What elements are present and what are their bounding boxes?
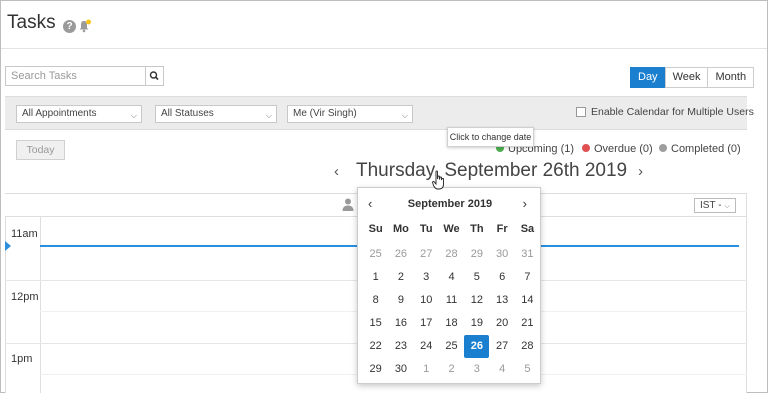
view-week-button[interactable]: Week: [664, 67, 709, 88]
chevron-down-icon: ⌵: [724, 203, 730, 210]
weekday-header: Sa: [520, 223, 535, 235]
datepicker-popup: ‹ September 2019 › Su Mo Tu We Th Fr Sa 25 26 27 2…: [357, 187, 541, 384]
time-label-12pm: 12pm: [11, 291, 39, 303]
multi-user-label: Enable Calendar for Multiple Users: [591, 106, 754, 118]
current-time-marker-icon: [5, 241, 11, 251]
datepicker-grid: Su Mo Tu We Th Fr Sa 25 26 27 28 29 30 31 1 2 3 4 5 6 7 8 9 10 1…: [363, 220, 540, 381]
day-cell[interactable]: 9: [388, 289, 413, 312]
completed-dot-icon: [659, 144, 667, 152]
grid-right-border: [746, 193, 747, 393]
chevron-down-icon: ⌵: [130, 111, 137, 120]
day-cell[interactable]: 13: [489, 289, 514, 312]
day-cell[interactable]: 31: [515, 243, 540, 266]
day-cell[interactable]: 21: [515, 312, 540, 335]
time-label-11am: 11am: [11, 228, 38, 240]
datepicker-next-month-button[interactable]: ›: [523, 196, 527, 211]
day-cell[interactable]: 28: [515, 335, 540, 358]
day-cell[interactable]: 5: [515, 358, 540, 381]
time-label-1pm: 1pm: [11, 353, 33, 365]
day-cell[interactable]: 15: [363, 312, 388, 335]
day-cell[interactable]: 16: [388, 312, 413, 335]
multi-user-checkbox[interactable]: [576, 107, 586, 117]
day-cell[interactable]: 10: [414, 289, 439, 312]
day-cell[interactable]: 18: [439, 312, 464, 335]
day-cell[interactable]: 23: [388, 335, 413, 358]
today-button[interactable]: Today: [16, 140, 65, 160]
day-cell[interactable]: 25: [363, 243, 388, 266]
day-cell[interactable]: 3: [414, 266, 439, 289]
legend-completed: Completed (0): [659, 143, 741, 155]
weekday-header: We: [443, 223, 460, 235]
day-cell[interactable]: 19: [464, 312, 489, 335]
hand-cursor-icon: [432, 170, 444, 190]
time-column-divider: [40, 217, 41, 393]
legend-overdue-label: Overdue (0): [594, 143, 653, 155]
view-month-button[interactable]: Month: [707, 67, 755, 88]
prev-day-button[interactable]: ‹: [334, 163, 339, 180]
day-cell[interactable]: 20: [489, 312, 514, 335]
day-cell-selected[interactable]: 26: [464, 335, 490, 358]
day-cell[interactable]: 12: [464, 289, 489, 312]
day-cell[interactable]: 8: [363, 289, 388, 312]
search-button[interactable]: [145, 66, 164, 86]
day-cell[interactable]: 29: [464, 243, 489, 266]
day-cell[interactable]: 2: [439, 358, 464, 381]
user-select[interactable]: Me (Vir Singh) ⌵: [287, 105, 413, 123]
timezone-value: IST -: [700, 200, 722, 211]
day-cell[interactable]: 1: [363, 266, 388, 289]
day-cell[interactable]: 2: [388, 266, 413, 289]
weekday-header: Fr: [496, 223, 508, 235]
day-cell[interactable]: 6: [489, 266, 514, 289]
day-cell[interactable]: 27: [414, 243, 439, 266]
day-cell[interactable]: 27: [489, 335, 514, 358]
day-cell[interactable]: 11: [439, 289, 464, 312]
page-title: Tasks: [7, 12, 56, 33]
legend-completed-label: Completed (0): [671, 143, 741, 155]
current-date-title[interactable]: Thursday, September 26th 2019: [356, 160, 627, 182]
view-day-button[interactable]: Day: [630, 67, 666, 88]
appointments-select-value: All Appointments: [22, 108, 97, 119]
statuses-select-value: All Statuses: [161, 108, 214, 119]
notification-bell-icon[interactable]: [78, 19, 92, 33]
appointments-select[interactable]: All Appointments ⌵: [16, 105, 142, 123]
day-cell[interactable]: 14: [515, 289, 540, 312]
day-cell[interactable]: 17: [414, 312, 439, 335]
weekday-header: Tu: [419, 223, 433, 235]
person-icon: [342, 198, 354, 211]
help-icon[interactable]: ?: [63, 20, 76, 33]
overdue-dot-icon: [582, 144, 590, 152]
day-cell[interactable]: 28: [439, 243, 464, 266]
day-cell[interactable]: 30: [388, 358, 413, 381]
weekday-header: Th: [470, 223, 484, 235]
header-divider: [1, 48, 767, 49]
day-cell[interactable]: 4: [439, 266, 464, 289]
statuses-select[interactable]: All Statuses ⌵: [155, 105, 277, 123]
day-cell[interactable]: 22: [363, 335, 388, 358]
day-cell[interactable]: 4: [489, 358, 514, 381]
view-toggle: Day Week Month: [630, 67, 755, 88]
datepicker-month-title[interactable]: September 2019: [358, 198, 542, 210]
weekday-header: Mo: [393, 223, 409, 235]
day-cell[interactable]: 24: [414, 335, 439, 358]
day-cell[interactable]: 7: [515, 266, 540, 289]
change-date-tooltip: Click to change date: [447, 127, 534, 147]
day-cell[interactable]: 30: [489, 243, 514, 266]
timezone-select[interactable]: IST - ⌵: [694, 198, 736, 213]
chevron-down-icon: ⌵: [401, 111, 408, 120]
day-cell[interactable]: 25: [439, 335, 464, 358]
chevron-down-icon: ⌵: [265, 111, 272, 120]
user-select-value: Me (Vir Singh): [293, 108, 357, 119]
legend-overdue: Overdue (0): [582, 143, 653, 155]
day-cell[interactable]: 29: [363, 358, 388, 381]
day-cell[interactable]: 26: [388, 243, 413, 266]
day-cell[interactable]: 3: [464, 358, 489, 381]
day-cell[interactable]: 1: [414, 358, 439, 381]
next-day-button[interactable]: ›: [638, 163, 643, 180]
search-icon: [149, 71, 159, 81]
day-cell[interactable]: 5: [464, 266, 489, 289]
weekday-header: Su: [368, 223, 383, 235]
search-input[interactable]: [5, 66, 145, 86]
